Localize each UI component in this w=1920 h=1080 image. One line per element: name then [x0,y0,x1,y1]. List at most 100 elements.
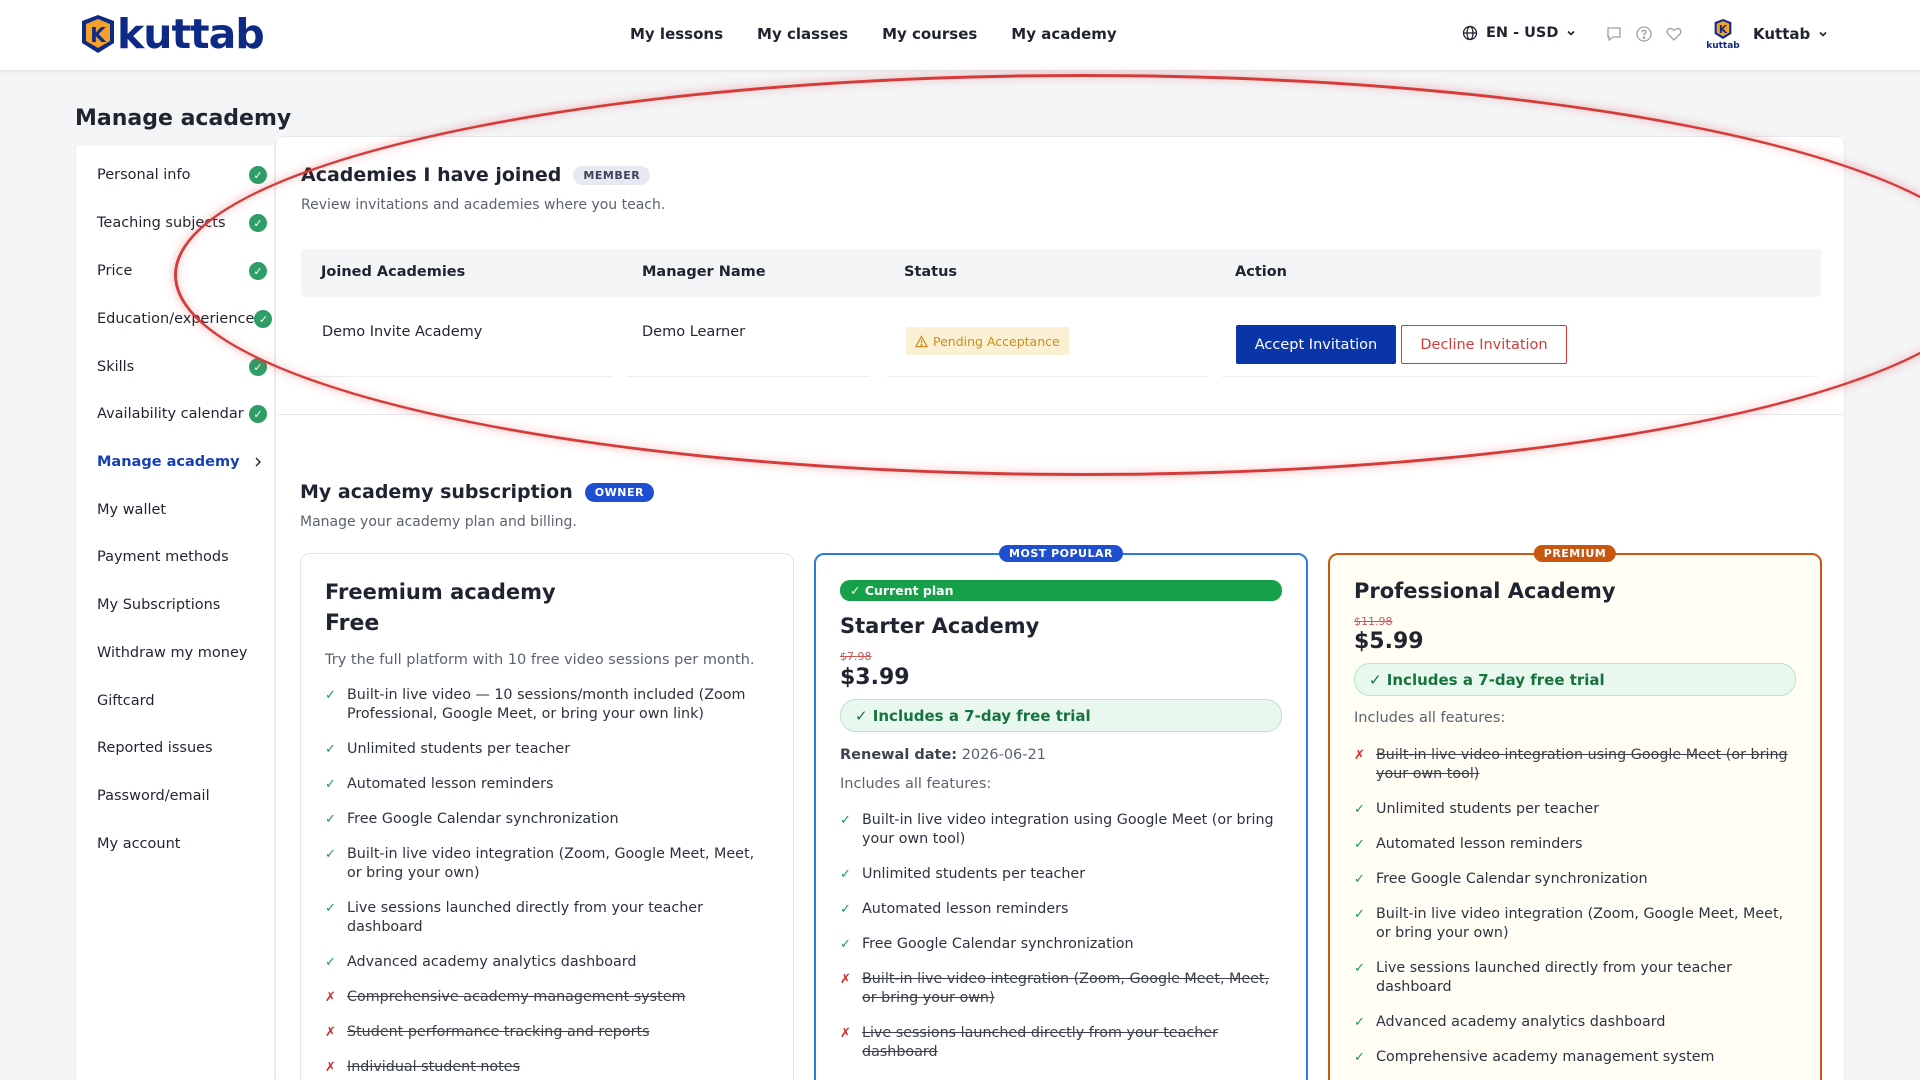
decline-invitation-button[interactable]: Decline Invitation [1401,325,1567,364]
nav-my-lessons[interactable]: My lessons [630,25,723,43]
feature-list: ✓ Built-in live video — 10 sessions/month… [325,686,771,1080]
plan-name: Freemium academy [325,580,556,604]
check-icon: ✓ [1354,802,1365,817]
feature-item: ✓ Automated lesson reminders [840,900,1286,919]
feature-item: ✓ Automated lesson reminders [1354,835,1800,854]
free-trial-notice: ✓ Includes a 7-day free trial [1354,663,1796,696]
check-circle-icon: ✓ [249,214,267,232]
feature-item: ✓ Unlimited students per teacher [840,865,1286,884]
row-divider [1222,376,1818,377]
check-icon: ✓ [325,847,336,862]
check-icon: ✓ [840,813,851,828]
chevron-right-icon [255,457,261,467]
sidebar-item-label: My Subscriptions [97,597,221,613]
feature-item: ✗ Student performance tracking and report… [325,1023,771,1042]
feature-text: Free Google Calendar synchronization [347,811,619,827]
feature-text: Built-in live video integration using Go… [862,812,1274,847]
sidebar-item-education-experience[interactable]: Education/experience ✓ [97,305,273,333]
heart-icon[interactable] [1665,25,1683,43]
svg-text:K: K [1719,24,1728,36]
feature-item: ✓ Unlimited students per teacher [1354,800,1800,819]
feature-item: ✗ Live sessions launched directly from yo… [840,1024,1286,1062]
sidebar-item-price[interactable]: Price ✓ [97,257,267,285]
section-title: My academy subscription [300,481,573,503]
sidebar-item-label: Availability calendar [97,406,244,422]
feature-list: ✗ Built-in live video integration using G… [1354,746,1800,1080]
cross-icon: ✗ [325,1025,336,1040]
plan-name: Starter Academy [840,614,1040,638]
sidebar-item-personal-info[interactable]: Personal info ✓ [97,161,267,189]
sidebar-item-reported-issues[interactable]: Reported issues [97,734,267,762]
kuttab-logo[interactable]: K kuttab [78,13,265,55]
user-menu[interactable]: Kuttab [1753,25,1828,43]
check-circle-icon: ✓ [249,166,267,184]
language-label: EN - USD [1486,25,1559,41]
chat-icon[interactable] [1605,25,1623,43]
top-navigation-bar: K kuttab My lessons My classes My course… [0,0,1920,71]
feature-text: Automated lesson reminders [347,776,554,792]
feature-text: Unlimited students per teacher [862,866,1086,882]
feature-text: Unlimited students per teacher [1376,801,1600,817]
check-icon: ✓ [1354,1050,1365,1065]
feature-text: Built-in live video integration (Zoom, G… [862,971,1270,1006]
feature-text: Comprehensive academy management system [347,989,686,1005]
feature-text: Advanced academy analytics dashboard [1376,1014,1666,1030]
nav-my-classes[interactable]: My classes [757,25,848,43]
check-icon: ✓ [1354,907,1365,922]
feature-item: ✓ Advanced academy analytics dashboard [1354,1013,1800,1032]
sidebar-item-skills[interactable]: Skills ✓ [97,353,267,381]
feature-text: Automated lesson reminders [1376,836,1583,852]
sidebar-item-my-wallet[interactable]: My wallet [97,496,267,524]
feature-item: ✓ Unlimited students per teacher [325,740,771,759]
sidebar-item-label: Manage academy [97,454,240,470]
nav-my-academy[interactable]: My academy [1011,25,1116,43]
sidebar-item-label: Personal info [97,167,191,183]
settings-sidebar: Personal info ✓ Teaching subjects ✓ Pric… [75,146,275,1080]
joined-academies-card: Academies I have joined MEMBER Review in… [277,138,1843,415]
feature-item: ✗ Built-in live video integration using G… [1354,746,1800,784]
chevron-down-icon [1819,31,1827,37]
feature-text: Live sessions launched directly from you… [1376,960,1732,995]
accept-invitation-button[interactable]: Accept Invitation [1236,325,1396,364]
sidebar-item-my-account[interactable]: My account [97,830,267,858]
sidebar-item-my-subscriptions[interactable]: My Subscriptions [97,591,267,619]
renewal-date: Renewal date: 2026-06-21 [840,747,1046,763]
plan-price: $5.99 [1354,629,1424,654]
sidebar-item-password-email[interactable]: Password/email [97,782,267,810]
plan-description: Try the full platform with 10 free video… [325,652,755,668]
sidebar-item-teaching-subjects[interactable]: Teaching subjects ✓ [97,209,267,237]
feature-item: ✓ Live sessions launched directly from yo… [325,899,771,937]
old-price: $7.98 [840,650,872,663]
sidebar-item-label: Reported issues [97,740,213,756]
sidebar-item-giftcard[interactable]: Giftcard [97,687,267,715]
sidebar-item-manage-academy[interactable]: Manage academy [97,448,267,476]
main-content: Academies I have joined MEMBER Review in… [275,136,1845,1080]
includes-label: Includes all features: [1354,710,1506,726]
feature-text: Built-in live video integration (Zoom, G… [1376,906,1784,941]
avatar[interactable]: K kuttab [1705,18,1741,52]
feature-text: Live sessions launched directly from you… [862,1025,1218,1060]
check-icon: ✓ [1354,1015,1365,1030]
owner-badge: OWNER [584,482,654,502]
member-badge: MEMBER [573,165,651,185]
renewal-label: Renewal date: [840,747,958,763]
sidebar-item-withdraw-my-money[interactable]: Withdraw my money [97,639,267,667]
sidebar-item-payment-methods[interactable]: Payment methods [97,543,267,571]
sidebar-item-label: Teaching subjects [97,215,226,231]
feature-text: Built-in live video integration (Zoom, G… [347,846,755,881]
feature-text: Built-in live video — 10 sessions/month … [347,687,746,722]
check-icon: ✓ [325,742,336,757]
language-currency-selector[interactable]: EN - USD [1462,25,1576,41]
sidebar-item-label: Skills [97,359,135,375]
column-header-manager-name: Manager Name [642,264,766,280]
sidebar-item-availability-calendar[interactable]: Availability calendar ✓ [97,400,267,428]
help-icon[interactable] [1635,25,1653,43]
svg-text:K: K [90,23,107,47]
nav-my-courses[interactable]: My courses [882,25,977,43]
sidebar-item-label: Education/experience [97,311,255,327]
table-header: Joined Academies Manager Name Status Act… [301,249,1821,297]
cross-icon: ✗ [325,1060,336,1075]
most-popular-badge: MOST POPULAR [999,545,1123,562]
feature-item: ✓ Automated lesson reminders [325,775,771,794]
sidebar-item-label: Withdraw my money [97,645,248,661]
